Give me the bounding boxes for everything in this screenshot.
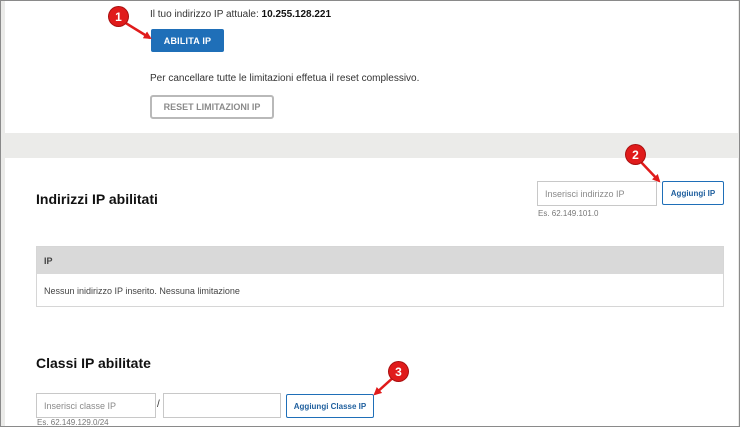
ip-classes-title: Classi IP abilitate — [36, 355, 151, 371]
class-separator: / — [157, 399, 160, 410]
reset-limitations-button[interactable]: RESET LIMITAZIONI IP — [150, 95, 274, 119]
current-ip-value: 10.255.128.221 — [261, 9, 332, 20]
reset-description: Per cancellare tutte le limitazioni effe… — [150, 73, 420, 84]
table-row: Nessun inidirizzo IP inserito. Nessuna l… — [37, 274, 723, 307]
step-marker-1: 1 — [109, 7, 128, 26]
empty-table-message: Nessun inidirizzo IP inserito. Nessuna l… — [44, 285, 240, 296]
table-header: IP — [37, 247, 723, 274]
current-ip-line: Il tuo indirizzo IP attuale: 10.255.128.… — [150, 9, 331, 20]
ip-address-input[interactable] — [537, 181, 657, 206]
ip-class-input[interactable] — [36, 393, 156, 418]
column-header-ip: IP — [44, 255, 53, 266]
current-ip-label: Il tuo indirizzo IP attuale: — [150, 9, 259, 20]
add-ip-class-button[interactable]: Aggiungi Classe IP — [286, 394, 374, 418]
step-marker-2: 2 — [626, 145, 645, 164]
ip-address-hint: Es. 62.149.101.0 — [538, 209, 599, 218]
enable-ip-button[interactable]: ABILITA IP — [151, 29, 224, 52]
step-marker-3: 3 — [389, 362, 408, 381]
ip-class-hint: Es. 62.149.129.0/24 — [37, 418, 109, 427]
subnet-mask-input[interactable] — [163, 393, 281, 418]
enabled-ips-title: Indirizzi IP abilitati — [36, 191, 158, 207]
add-ip-button[interactable]: Aggiungi IP — [662, 181, 724, 205]
enabled-ips-table: IP Nessun inidirizzo IP inserito. Nessun… — [36, 246, 724, 307]
